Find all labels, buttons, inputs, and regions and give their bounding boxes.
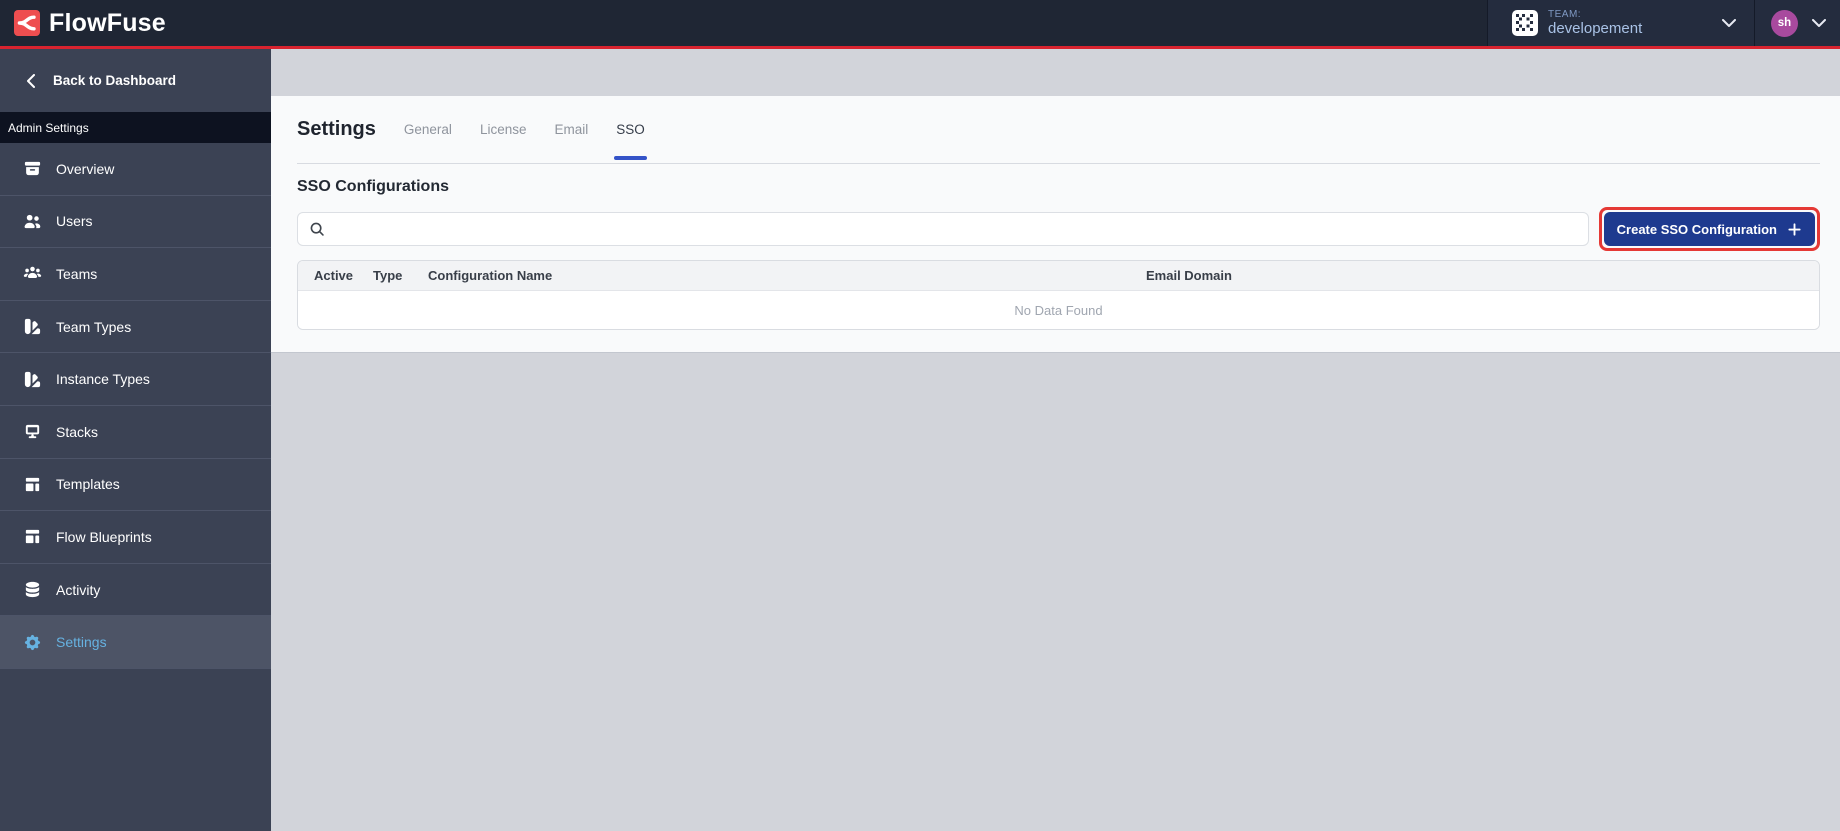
search-icon bbox=[308, 220, 326, 238]
back-label: Back to Dashboard bbox=[53, 73, 177, 88]
team-identicon bbox=[1512, 10, 1538, 36]
flowfuse-logo-icon bbox=[14, 10, 40, 36]
chevron-down-icon bbox=[1812, 19, 1826, 27]
desktop-icon bbox=[22, 422, 42, 442]
column-header-email-domain: Email Domain bbox=[1146, 268, 1232, 283]
user-menu[interactable]: sh bbox=[1755, 0, 1840, 46]
user-group-icon bbox=[22, 264, 42, 284]
sidebar-item-label: Templates bbox=[56, 476, 120, 493]
column-header-type: Type bbox=[373, 268, 403, 283]
sidebar-item-label: Users bbox=[56, 213, 93, 230]
column-header-active: Active bbox=[314, 268, 354, 283]
settings-tabs: General License Email SSO bbox=[390, 96, 659, 163]
sso-configurations-table: Active Type Configuration Name Email Dom… bbox=[297, 260, 1820, 330]
sidebar-item-instance-types[interactable]: Instance Types bbox=[0, 353, 271, 406]
team-name: developement bbox=[1548, 20, 1643, 38]
admin-settings-label: Admin Settings bbox=[0, 112, 271, 143]
section-title: SSO Configurations bbox=[297, 178, 449, 195]
chevron-down-icon bbox=[1722, 19, 1736, 27]
sidebar-item-label: Settings bbox=[56, 634, 107, 651]
sidebar-item-label: Activity bbox=[56, 581, 101, 598]
users-icon bbox=[22, 211, 42, 231]
app-root: FlowFuse TEAM: developement sh Back to D… bbox=[0, 0, 1840, 831]
top-bar: FlowFuse TEAM: developement sh bbox=[0, 0, 1840, 46]
sidebar-item-team-types[interactable]: Team Types bbox=[0, 301, 271, 354]
settings-panel: Settings General License Email SSO SSO C… bbox=[271, 96, 1840, 353]
sidebar-item-activity[interactable]: Activity bbox=[0, 564, 271, 617]
archive-icon bbox=[22, 159, 42, 179]
plus-icon bbox=[1787, 222, 1802, 237]
column-header-configuration-name: Configuration Name bbox=[428, 268, 553, 283]
sidebar-nav: Overview Users Teams Team Types Instance… bbox=[0, 143, 271, 669]
brand-wordmark: FlowFuse bbox=[49, 8, 166, 37]
sidebar-item-label: Stacks bbox=[56, 423, 99, 440]
sso-toolbar: Create SSO Configuration bbox=[297, 206, 1820, 252]
back-to-dashboard[interactable]: Back to Dashboard bbox=[0, 49, 271, 112]
sidebar-item-label: Instance Types bbox=[56, 371, 150, 388]
sidebar-item-templates[interactable]: Templates bbox=[0, 459, 271, 512]
avatar: sh bbox=[1771, 9, 1798, 37]
page-title: Settings bbox=[297, 118, 376, 140]
tab-general[interactable]: General bbox=[390, 96, 466, 163]
settings-header: Settings General License Email SSO bbox=[297, 96, 1820, 164]
sidebar-item-users[interactable]: Users bbox=[0, 196, 271, 249]
sidebar-item-flow-blueprints[interactable]: Flow Blueprints bbox=[0, 511, 271, 564]
search-box[interactable] bbox=[297, 212, 1589, 246]
highlight-box: Create SSO Configuration bbox=[1598, 207, 1820, 251]
main-content: Settings General License Email SSO SSO C… bbox=[271, 49, 1840, 831]
sidebar-item-label: Overview bbox=[56, 160, 115, 177]
tab-license[interactable]: License bbox=[466, 96, 541, 163]
table-empty-state: No Data Found bbox=[298, 291, 1819, 329]
sidebar: Back to Dashboard Admin Settings Overvie… bbox=[0, 49, 271, 831]
sidebar-item-settings[interactable]: Settings bbox=[0, 616, 271, 669]
sidebar-item-overview[interactable]: Overview bbox=[0, 143, 271, 196]
create-button-label: Create SSO Configuration bbox=[1616, 221, 1777, 237]
sidebar-item-label: Team Types bbox=[56, 318, 132, 335]
chevron-left-icon bbox=[27, 73, 35, 88]
create-sso-configuration-button[interactable]: Create SSO Configuration bbox=[1603, 212, 1815, 246]
team-selector[interactable]: TEAM: developement bbox=[1487, 0, 1755, 46]
sidebar-item-teams[interactable]: Teams bbox=[0, 248, 271, 301]
tab-email[interactable]: Email bbox=[540, 96, 602, 163]
sidebar-item-stacks[interactable]: Stacks bbox=[0, 406, 271, 459]
template-icon bbox=[22, 474, 42, 494]
cog-icon bbox=[22, 632, 42, 652]
table-header-row: Active Type Configuration Name Email Dom… bbox=[298, 261, 1819, 291]
top-bar-right: TEAM: developement sh bbox=[1487, 0, 1840, 46]
tab-sso[interactable]: SSO bbox=[602, 96, 659, 163]
color-swatch-icon bbox=[22, 369, 42, 389]
team-label: TEAM: bbox=[1548, 8, 1582, 20]
sidebar-item-label: Teams bbox=[56, 265, 98, 282]
sidebar-item-label: Flow Blueprints bbox=[56, 528, 152, 545]
color-swatch-icon bbox=[22, 317, 42, 337]
template-icon bbox=[22, 527, 42, 547]
database-icon bbox=[22, 580, 42, 600]
search-input[interactable] bbox=[334, 221, 1578, 237]
brand[interactable]: FlowFuse bbox=[0, 9, 166, 38]
